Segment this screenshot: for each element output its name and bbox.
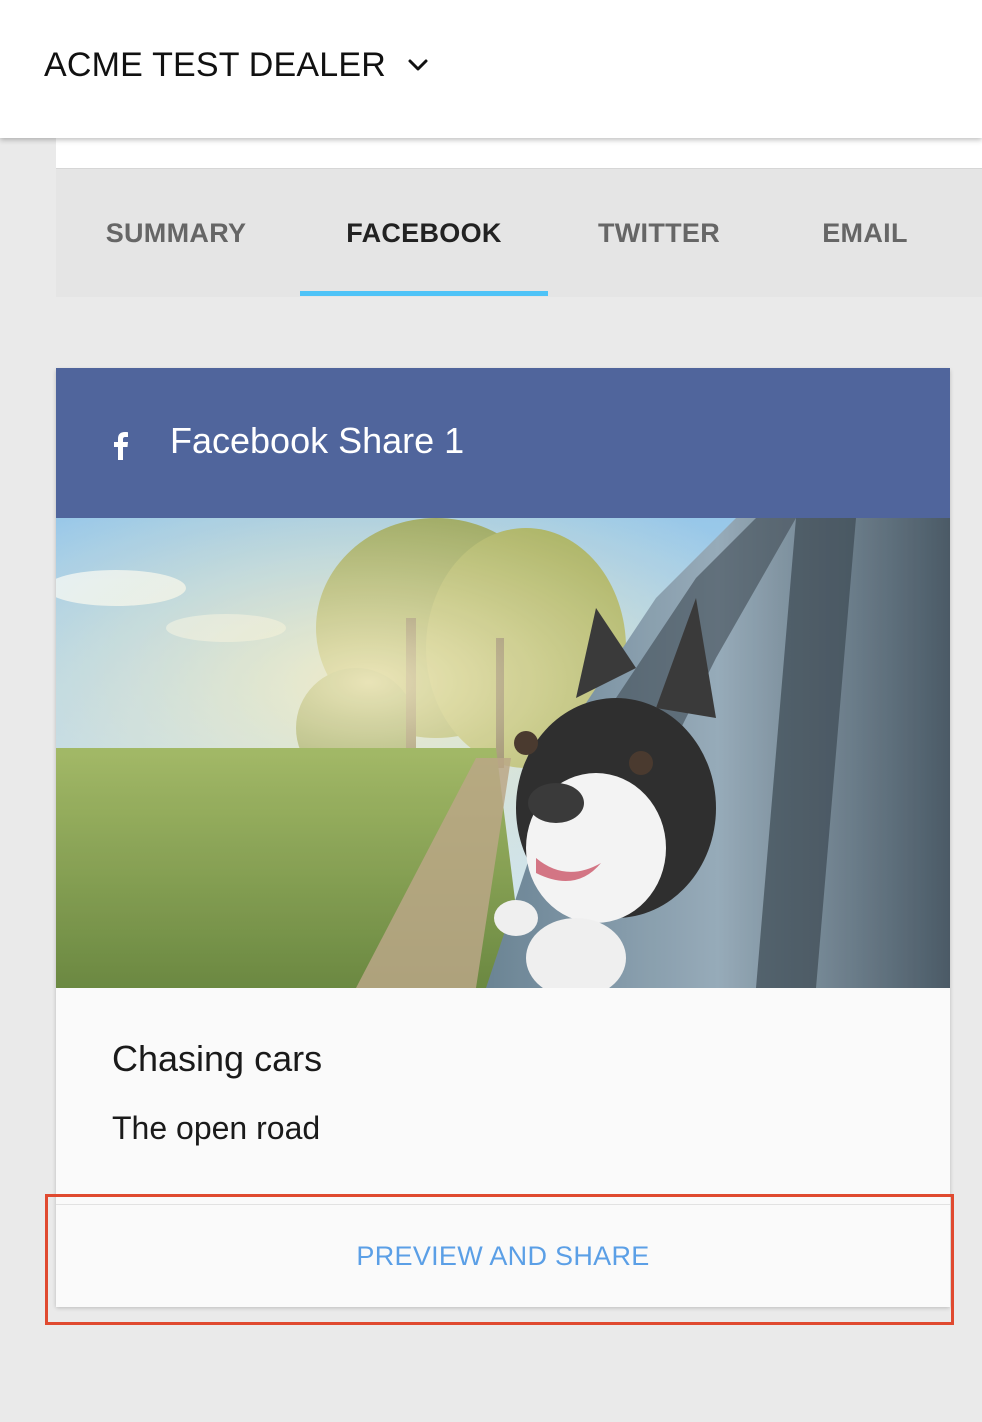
card-actions: PREVIEW AND SHARE [56,1204,950,1307]
chevron-down-icon [406,53,430,77]
post-text: The open road [112,1110,321,1146]
card-header: Facebook Share 1 [56,368,950,518]
dealer-name: ACME TEST DEALER [44,45,387,84]
tab-summary[interactable]: SUMMARY [56,169,296,297]
channel-tabs: SUMMARY FACEBOOK TWITTER EMAIL [56,169,982,297]
tab-twitter[interactable]: TWITTER [556,169,762,297]
tab-email[interactable]: EMAIL [772,169,958,297]
top-app-bar: ACME TEST DEALER [0,0,982,138]
facebook-share-card: Facebook Share 1 Chasing cars The open r… [56,368,950,1307]
active-tab-indicator [300,291,548,296]
dealer-selector[interactable]: ACME TEST DEALER [44,40,430,90]
share-image [56,518,950,988]
card-title: Facebook Share 1 [170,420,465,461]
preview-and-share-button[interactable]: PREVIEW AND SHARE [350,1240,655,1273]
post-title: Chasing cars [112,1038,323,1079]
facebook-icon [108,426,134,462]
tab-facebook[interactable]: FACEBOOK [300,169,548,297]
previous-card-edge [56,138,982,169]
